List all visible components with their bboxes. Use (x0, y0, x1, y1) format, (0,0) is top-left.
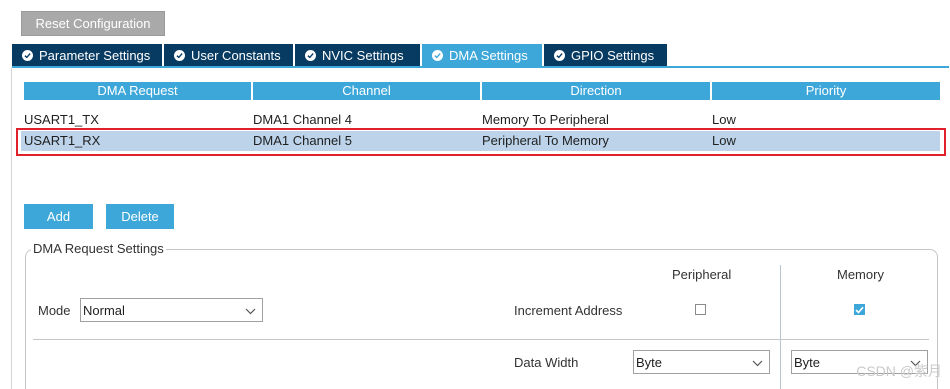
cell-priority: Low (712, 133, 736, 148)
peripheral-column-label: Peripheral (672, 267, 732, 282)
watermark: CSDN @紫月 (856, 363, 942, 379)
reset-configuration-button[interactable]: Reset Configuration (21, 11, 165, 36)
increment-peripheral-checkbox[interactable] (695, 304, 706, 315)
cell-direction: Peripheral To Memory (482, 133, 609, 148)
cell-channel: DMA1 Channel 5 (253, 133, 352, 148)
tab-parameter-settings[interactable]: Parameter Settings (12, 44, 162, 66)
tab-label: DMA Settings (449, 47, 528, 63)
tab-user-constants[interactable]: User Constants (164, 44, 293, 66)
table-row[interactable]: USART1_TX DMA1 Channel 4 Memory To Perip… (24, 110, 940, 130)
delete-button[interactable]: Delete (106, 204, 174, 229)
cell-request: USART1_RX (24, 133, 101, 148)
memory-column-label: Memory (837, 267, 884, 282)
mode-select[interactable]: Normal (80, 298, 263, 322)
checkmark-icon (855, 306, 864, 314)
data-width-peripheral-value: Byte (636, 354, 663, 370)
mode-value: Normal (83, 302, 125, 318)
column-header-direction[interactable]: Direction (482, 82, 710, 100)
tab-gpio-settings[interactable]: GPIO Settings (544, 44, 667, 66)
tab-label: GPIO Settings (571, 47, 655, 63)
check-circle-icon (554, 49, 565, 61)
check-circle-icon (305, 49, 316, 61)
cell-direction: Memory To Peripheral (482, 112, 609, 127)
tab-label: User Constants (191, 47, 281, 63)
tab-label: NVIC Settings (322, 47, 404, 63)
cell-priority: Low (712, 112, 736, 127)
tab-nvic-settings[interactable]: NVIC Settings (295, 44, 420, 66)
tab-label: Parameter Settings (39, 47, 151, 63)
settings-tabs: Parameter Settings User Constants NVIC S… (12, 44, 667, 66)
data-width-memory-value: Byte (794, 354, 821, 370)
tab-dma-settings[interactable]: DMA Settings (422, 44, 542, 66)
check-circle-icon (432, 49, 443, 61)
column-header-dma-request[interactable]: DMA Request (24, 82, 251, 100)
check-circle-icon (174, 49, 185, 61)
column-divider (780, 265, 781, 389)
mode-label: Mode (38, 303, 71, 318)
settings-divider (33, 339, 929, 340)
chevron-down-icon (245, 303, 256, 318)
tab-underline (12, 66, 949, 68)
add-button[interactable]: Add (24, 204, 93, 229)
panel-border (11, 68, 12, 389)
dma-table-header: DMA Request Channel Direction Priority (24, 82, 940, 100)
cell-channel: DMA1 Channel 4 (253, 112, 352, 127)
column-header-priority[interactable]: Priority (712, 82, 940, 100)
increment-address-label: Increment Address (514, 303, 623, 318)
cell-request: USART1_TX (24, 112, 99, 127)
data-width-peripheral-select[interactable]: Byte (633, 350, 770, 374)
check-circle-icon (22, 49, 33, 61)
chevron-down-icon (752, 355, 763, 370)
column-header-channel[interactable]: Channel (253, 82, 480, 100)
table-row-selected[interactable]: USART1_RX DMA1 Channel 5 Peripheral To M… (21, 131, 940, 151)
group-title: DMA Request Settings (31, 241, 166, 256)
increment-memory-checkbox[interactable] (854, 304, 865, 315)
data-width-label: Data Width (514, 355, 579, 370)
